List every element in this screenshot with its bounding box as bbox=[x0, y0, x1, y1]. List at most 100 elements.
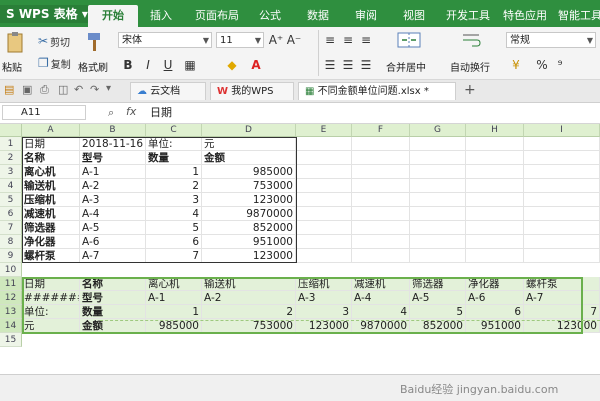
cell-e8[interactable] bbox=[296, 235, 352, 249]
row-header-11[interactable]: 11 bbox=[0, 277, 22, 291]
row-header-5[interactable]: 5 bbox=[0, 193, 22, 207]
tab-smart-tools[interactable]: 智能工具 bbox=[555, 5, 600, 27]
cell-a8[interactable]: 净化器 bbox=[22, 235, 80, 249]
tab-review[interactable]: 审阅 bbox=[348, 5, 384, 27]
cell-e3[interactable] bbox=[296, 165, 352, 179]
cell-c1[interactable]: 单位: bbox=[146, 137, 202, 151]
row-header-9[interactable]: 9 bbox=[0, 249, 22, 263]
cell-d1[interactable]: 元 bbox=[202, 137, 296, 151]
column-header-a[interactable]: A bbox=[22, 124, 80, 137]
row-header-4[interactable]: 4 bbox=[0, 179, 22, 193]
bold-button[interactable]: B bbox=[120, 57, 136, 73]
merge-center-button[interactable] bbox=[396, 30, 422, 50]
fill-color-button[interactable]: ◆ bbox=[224, 57, 240, 73]
cell-g3[interactable] bbox=[410, 165, 466, 179]
cell-f7[interactable] bbox=[352, 221, 410, 235]
undo-icon[interactable]: ↶ bbox=[74, 83, 83, 96]
app-menu-button[interactable]: S WPS 表格 ▾ bbox=[0, 5, 94, 23]
cell-h8[interactable] bbox=[466, 235, 524, 249]
row-header-1[interactable]: 1 bbox=[0, 137, 22, 151]
cell-a9[interactable]: 螺杆泵 bbox=[22, 249, 80, 263]
cell-a2[interactable]: 名称 bbox=[22, 151, 80, 165]
cell-d8[interactable]: 951000 bbox=[202, 235, 296, 249]
cell-e12[interactable]: A-3 bbox=[296, 291, 352, 305]
grow-font-button[interactable]: A⁺ bbox=[268, 32, 284, 48]
cell-f13[interactable]: 4 bbox=[352, 305, 410, 319]
row-header-7[interactable]: 7 bbox=[0, 221, 22, 235]
cell-i13[interactable]: 7 bbox=[524, 305, 600, 319]
cell-a5[interactable]: 压缩机 bbox=[22, 193, 80, 207]
cell-i5[interactable] bbox=[524, 193, 600, 207]
cell-c7[interactable]: 5 bbox=[146, 221, 202, 235]
cell-i6[interactable] bbox=[524, 207, 600, 221]
cell-f12[interactable]: A-4 bbox=[352, 291, 410, 305]
cell-f9[interactable] bbox=[352, 249, 410, 263]
tab-special[interactable]: 特色应用 bbox=[498, 5, 552, 27]
cell-d5[interactable]: 123000 bbox=[202, 193, 296, 207]
column-header-e[interactable]: E bbox=[296, 124, 352, 137]
cell-c11[interactable]: 离心机 bbox=[146, 277, 202, 291]
redo-icon[interactable]: ↷ bbox=[90, 83, 99, 96]
cell-b7[interactable]: A-5 bbox=[80, 221, 146, 235]
cell-i9[interactable] bbox=[524, 249, 600, 263]
cell-f5[interactable] bbox=[352, 193, 410, 207]
cell-d6[interactable]: 9870000 bbox=[202, 207, 296, 221]
tab-page-layout[interactable]: 页面布局 bbox=[190, 5, 244, 27]
cell-i11[interactable]: 螺杆泵 bbox=[524, 277, 600, 291]
tab-cloud-docs[interactable]: ☁ 云文档 bbox=[130, 82, 206, 100]
cell-d14[interactable]: 753000 bbox=[202, 319, 296, 333]
cell-h14[interactable]: 951000 bbox=[466, 319, 524, 333]
column-header-h[interactable]: H bbox=[466, 124, 524, 137]
cell-a12[interactable]: ######## bbox=[22, 291, 80, 305]
cell-b14[interactable]: 金额 bbox=[80, 319, 146, 333]
column-header-c[interactable]: C bbox=[146, 124, 202, 137]
cell-d3[interactable]: 985000 bbox=[202, 165, 296, 179]
cell-h7[interactable] bbox=[466, 221, 524, 235]
wrap-text-button[interactable] bbox=[460, 30, 482, 50]
row-header-15[interactable]: 15 bbox=[0, 333, 22, 347]
copy-button[interactable]: ❐ 复制 bbox=[38, 55, 71, 71]
cell-h4[interactable] bbox=[466, 179, 524, 193]
cell-a13[interactable]: 单位: bbox=[22, 305, 80, 319]
cell-i4[interactable] bbox=[524, 179, 600, 193]
tab-workbook[interactable]: ▦ 不同金额单位问题.xlsx * bbox=[298, 82, 456, 100]
cell-b12[interactable]: 型号 bbox=[80, 291, 146, 305]
cell-e14[interactable]: 123000 bbox=[296, 319, 352, 333]
number-format-select[interactable]: 常规 ▼ bbox=[506, 32, 596, 48]
tab-view[interactable]: 视图 bbox=[396, 5, 432, 27]
cell-c8[interactable]: 6 bbox=[146, 235, 202, 249]
name-box[interactable]: A11 bbox=[2, 105, 86, 120]
cell-i2[interactable] bbox=[524, 151, 600, 165]
underline-button[interactable]: U bbox=[160, 57, 176, 73]
align-top-button[interactable]: ≡ bbox=[322, 32, 338, 48]
save-icon[interactable]: ▣ bbox=[22, 83, 32, 96]
select-all-corner[interactable] bbox=[0, 124, 22, 137]
font-name-select[interactable]: 宋体 ▼ bbox=[118, 32, 212, 48]
cell-f8[interactable] bbox=[352, 235, 410, 249]
cell-h6[interactable] bbox=[466, 207, 524, 221]
column-header-f[interactable]: F bbox=[352, 124, 410, 137]
cell-a11[interactable]: 日期 bbox=[22, 277, 80, 291]
cell-e5[interactable] bbox=[296, 193, 352, 207]
cell-c4[interactable]: 2 bbox=[146, 179, 202, 193]
cell-g9[interactable] bbox=[410, 249, 466, 263]
cell-e11[interactable]: 压缩机 bbox=[296, 277, 352, 291]
cell-b9[interactable]: A-7 bbox=[80, 249, 146, 263]
cell-g5[interactable] bbox=[410, 193, 466, 207]
font-size-select[interactable]: 11 ▼ bbox=[216, 32, 264, 48]
cell-g6[interactable] bbox=[410, 207, 466, 221]
cell-g12[interactable]: A-5 bbox=[410, 291, 466, 305]
cell-e13[interactable]: 3 bbox=[296, 305, 352, 319]
cell-i14[interactable]: 123000 bbox=[524, 319, 600, 333]
row-header-10[interactable]: 10 bbox=[0, 263, 22, 277]
cell-a4[interactable]: 输送机 bbox=[22, 179, 80, 193]
cell-b13[interactable]: 数量 bbox=[80, 305, 146, 319]
font-color-button[interactable]: A bbox=[248, 57, 264, 73]
tab-home[interactable]: 开始 bbox=[88, 5, 138, 27]
cell-g2[interactable] bbox=[410, 151, 466, 165]
cell-i12[interactable]: A-7 bbox=[524, 291, 600, 305]
cell-f1[interactable] bbox=[352, 137, 410, 151]
cell-d11[interactable]: 输送机 bbox=[202, 277, 296, 291]
cell-f3[interactable] bbox=[352, 165, 410, 179]
currency-button[interactable]: ¥ bbox=[508, 57, 524, 73]
